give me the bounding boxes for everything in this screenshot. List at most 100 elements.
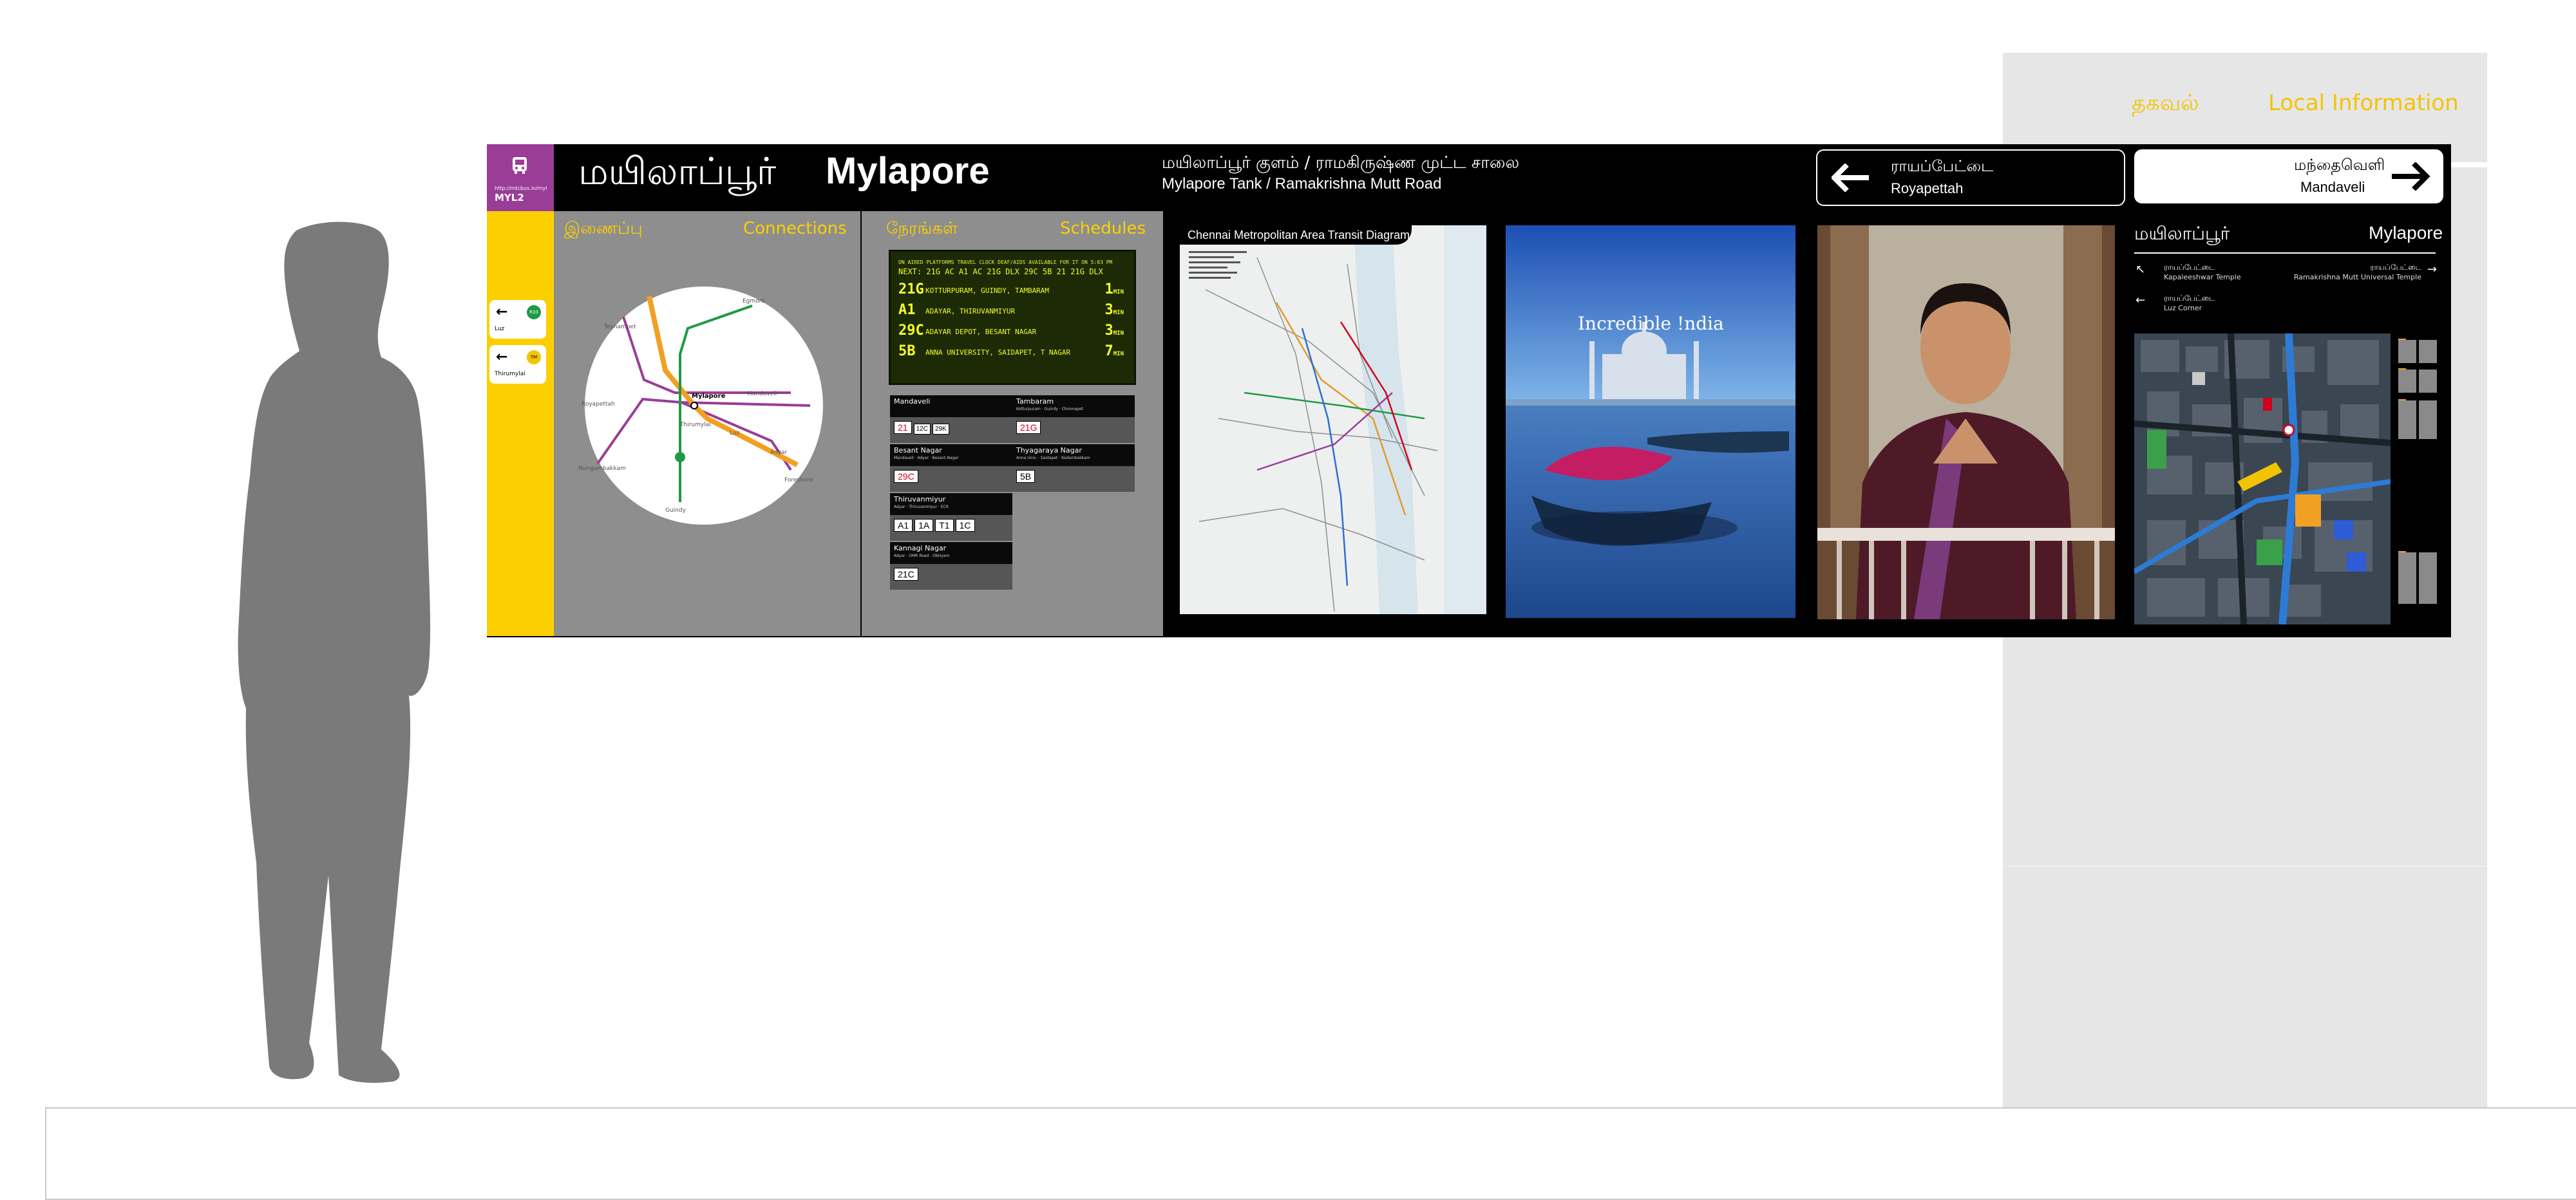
led-arrivals-board: ON AIRED PLATFORMS TRAVEL CLOCK DEAF/AID… [889,250,1136,385]
route-number: A1 [894,519,913,532]
route-number: T1 [935,519,954,532]
side-card-label: Luz [495,326,505,332]
destination-tile: Thiruvanmiyur Adyar · Thiruvanmiyur · ECR… [890,493,1012,541]
map-label-mylapore: Mylapore [692,393,726,400]
side-card-label: Thirumylai [495,371,526,377]
map-label-adyar: Adyar [770,449,788,456]
neighborhood-divider [2134,252,2436,254]
info-label-english: Local Information [2268,90,2459,116]
led-minutes: 7MIN [1104,343,1124,359]
info-column-line [2003,865,2487,867]
map-label-egmore: Egmore [743,298,765,305]
led-next: NEXT: 21G AC A1 AC 21G DLX 29C 5B 21 21G… [898,267,1103,276]
arrow-up-left-icon: ↖ [2136,263,2146,276]
connections-title-english: Connections [743,219,847,238]
stop-code: MYL2 [495,192,524,203]
yellow-stripe [487,211,554,636]
destination-tile: Kannagi Nagar Adyar · OMR Road · Okkiyam … [890,542,1012,590]
ground-platform [45,1107,2576,1200]
destination-name: Kannagi Nagar [894,544,947,552]
arrow-right-icon [2392,162,2430,191]
nearby-place-english: Luz Corner [2164,304,2202,312]
metro-badge: R33 [527,305,541,319]
led-route: 21G [898,281,924,297]
route-number: 29C [894,470,918,483]
destination-tile: Mandaveli 21 12C 29K [890,395,1012,443]
transit-diagram-image [1180,225,1486,614]
neighborhood-title-english: Mylapore [2369,223,2443,243]
led-destination: KOTTURPURAM, GUINDY, TAMBARAM [925,286,1050,295]
route-number: 21G [1016,421,1041,434]
bus-icon [513,157,527,174]
nearby-place-tamil: ராயப்பேட்டை [2370,263,2421,272]
arrow-left-icon: ← [2136,294,2146,307]
destination-tile: Thyagaraya Nagar Anna Univ. · Saidapet · … [1012,444,1135,492]
led-route: 5B [898,343,916,359]
destination-name: Mandaveli [894,397,931,406]
station-name-english: Mylapore [826,150,990,192]
led-minutes: 3MIN [1104,323,1124,339]
led-row: A1 ADAYAR, THIRUVANMIYUR 3MIN [898,302,1128,320]
map-label-royapettah: Royapettah [582,401,615,408]
map-label-luz: Luz [730,430,740,436]
direction-right-tamil: மந்தைவெளி [2294,156,2385,174]
station-name-tamil: மயிலாப்பூர் [578,149,777,193]
portrait-photo [1817,225,2115,619]
arrow-left-icon: ← [496,349,508,365]
connections-title-tamil: இணைப்பு [564,219,643,238]
route-number: 21 [894,421,912,434]
destination-name: Tambaram [1016,397,1054,406]
neighborhood-legend [2398,339,2437,604]
destination-tile: Besant Nagar Mandaveli · Adyar · Besant N… [890,444,1012,492]
led-row: 21G KOTTURPURAM, GUINDY, TAMBARAM 1MIN [898,281,1128,299]
led-minutes: 1MIN [1104,281,1124,297]
map-label-mandaveli: Mandaveli [747,391,777,397]
map-label-thirumylai: Thirumylai [679,422,711,428]
location-english: Mylapore Tank / Ramakrishna Mutt Road [1162,175,1442,192]
direction-sign-left: ராயப்பேட்டை Royapettah [1816,149,2125,206]
info-label-tamil: தகவல் [2132,90,2199,116]
destination-tile: Tambaram Kotturpuram · Guindy · Chromepet… [1012,395,1135,443]
poster-headline: Incredible !ndia [1578,313,1724,334]
direction-left-tamil: ராயப்பேட்டை [1891,157,1994,175]
route-number: 21C [894,568,918,581]
led-minutes: 3MIN [1104,302,1124,318]
side-card-luz: ← R33 Luz [489,300,546,339]
direction-right-english: Mandaveli [2300,179,2365,195]
map-label-nungambakkam: Nungambakkam [578,465,626,472]
route-number: 5B [1016,470,1036,483]
destination-name: Besant Nagar [894,446,942,455]
side-card-thirumylai: ← TM Thirumylai [489,345,546,384]
direction-left-english: Royapettah [1891,180,1964,196]
destination-via: Adyar · OMR Road · Okkiyam [894,554,950,558]
map-label-teynampet: Teynampet [603,324,636,330]
destination-name: Thiruvanmiyur [894,495,946,503]
led-route: 29C [898,323,924,339]
direction-sign-right: மந்தைவெளி Mandaveli [2134,149,2443,203]
schedules-title-english: Schedules [1060,219,1146,238]
led-header: ON AIRED PLATFORMS TRAVEL CLOCK DEAF/AID… [898,259,1113,265]
destination-via: Anna Univ. · Saidapet · Kodambakkam [1016,456,1090,460]
route-number: 1C [955,519,975,532]
arrow-left-icon: ← [496,304,508,320]
neighborhood-map [2134,333,2391,624]
schedules-title-tamil: நேரங்கள் [886,219,958,238]
stop-url: http://mtcbus.in/myl [495,185,547,191]
transit-diagram-title: Chennai Metropolitan Area Transit Diagra… [1180,225,1412,245]
location-tamil: மயிலாப்பூர் குளம் / ராமகிருஷ்ண முட்ட சால… [1162,153,1520,173]
map-label-guindy: Guindy [665,507,687,514]
route-number: 1A [914,519,934,532]
arrow-left-icon [1832,164,1869,192]
led-destination: ANNA UNIVERSITY, SAIDAPET, T NAGAR [925,348,1071,357]
led-destination: ADAYAR DEPOT, BESANT NAGAR [925,328,1037,336]
incredible-india-poster [1506,225,1795,618]
train-badge: TM [527,350,541,364]
map-label-foreshore: Foreshore [784,477,813,483]
neighborhood-title-tamil: மயிலாப்பூர் [2134,223,2230,244]
arrow-right-icon: → [2427,263,2437,276]
human-silhouette [238,221,431,1083]
connections-route-map: Mylapore Mandaveli Thirumylai Luz Royape… [578,286,823,525]
route-number: 29K [932,424,949,435]
led-row: 5B ANNA UNIVERSITY, SAIDAPET, T NAGAR 7M… [898,343,1128,361]
route-number: 12C [913,424,931,435]
